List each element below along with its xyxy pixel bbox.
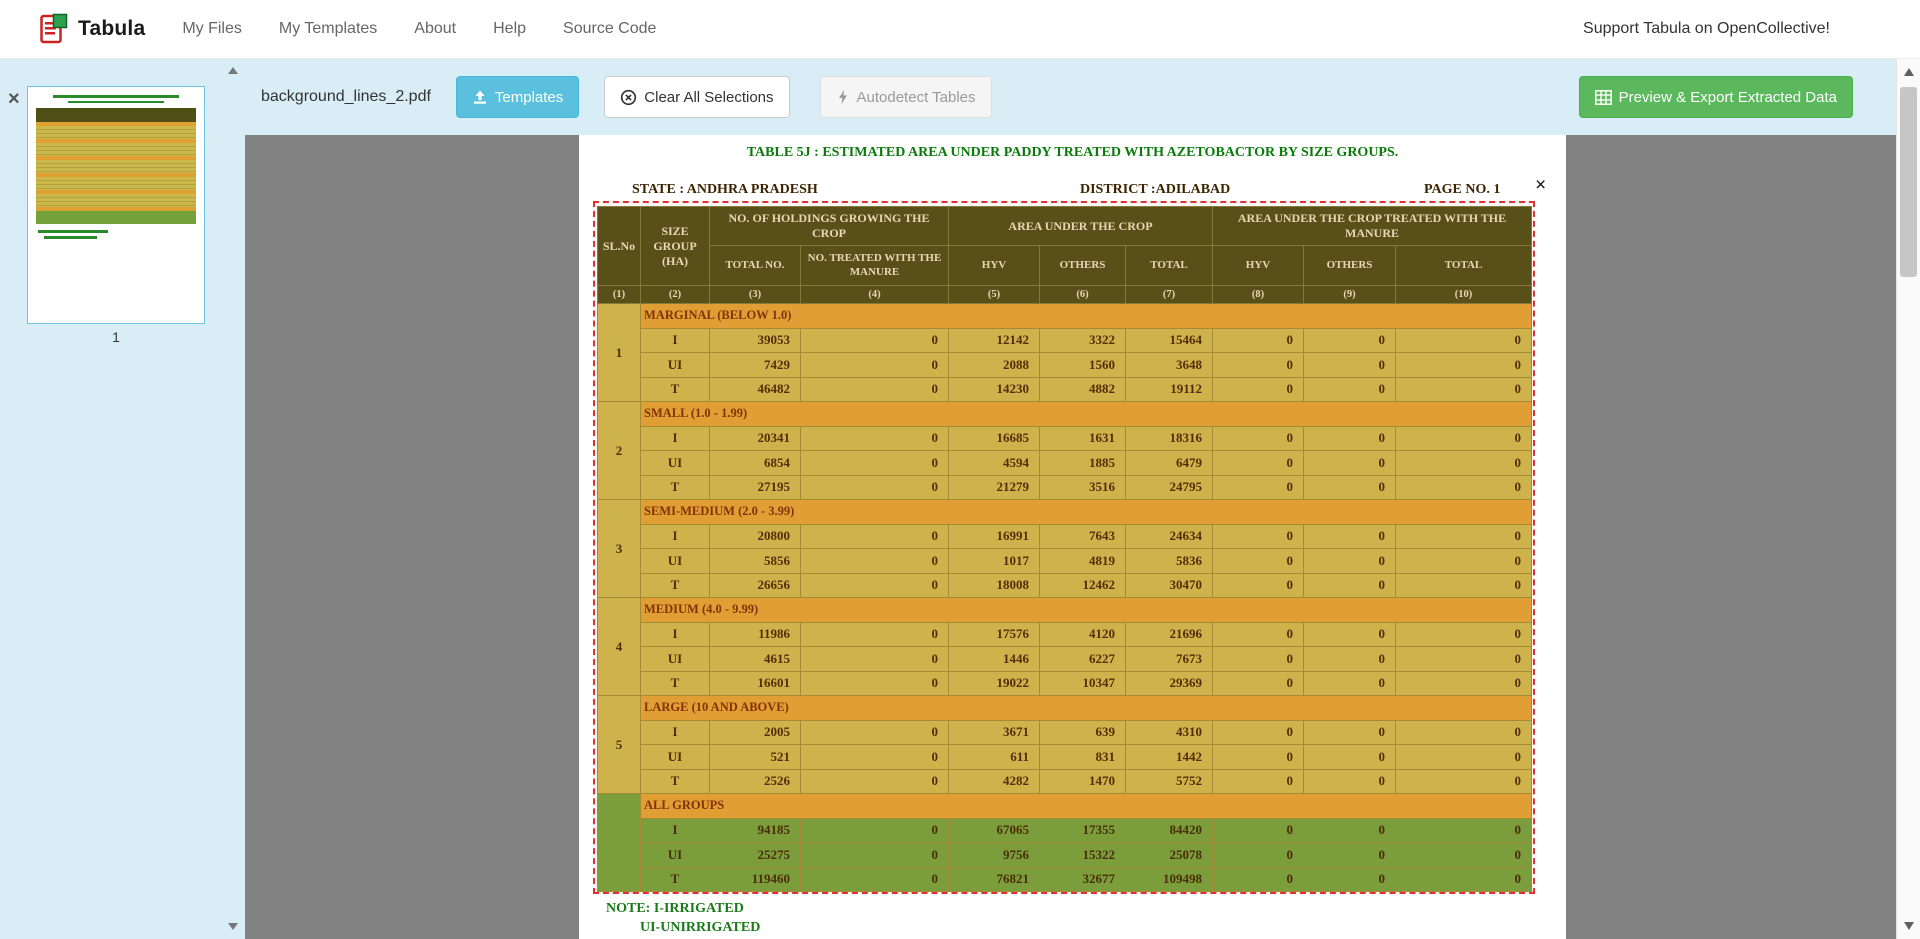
autodetect-tables-button[interactable]: Autodetect Tables bbox=[820, 76, 992, 118]
document-filename: background_lines_2.pdf bbox=[261, 88, 431, 106]
clear-selections-label: Clear All Selections bbox=[644, 89, 773, 106]
selection-region[interactable] bbox=[593, 201, 1535, 894]
scrollbar-thumb[interactable] bbox=[1900, 87, 1917, 277]
remove-page-button[interactable]: × bbox=[8, 89, 20, 109]
district-label: DISTRICT :ADILABAD bbox=[1080, 182, 1230, 198]
brand-title: Tabula bbox=[78, 17, 145, 41]
page-no-label: PAGE NO. 1 bbox=[1424, 182, 1500, 198]
pdf-page[interactable]: TABLE 5J : ESTIMATED AREA UNDER PADDY TR… bbox=[579, 135, 1566, 939]
vertical-scrollbar[interactable] bbox=[1896, 59, 1920, 939]
nav-links: My Files My Templates About Help Source … bbox=[182, 20, 656, 38]
circle-x-icon bbox=[620, 89, 637, 106]
thumb-title-line bbox=[68, 101, 165, 103]
toolbar: background_lines_2.pdf Templates Clear A… bbox=[245, 59, 1896, 135]
workspace: × 1 background_lines_2.pdf bbox=[0, 59, 1920, 939]
note-line-2: UI-UNIRRIGATED bbox=[640, 920, 760, 936]
upload-icon bbox=[472, 89, 488, 105]
autodetect-tables-label: Autodetect Tables bbox=[857, 89, 976, 106]
table-icon bbox=[1595, 90, 1612, 105]
pdf-viewer: TABLE 5J : ESTIMATED AREA UNDER PADDY TR… bbox=[245, 135, 1896, 939]
nav-about[interactable]: About bbox=[414, 20, 456, 38]
preview-export-button[interactable]: Preview & Export Extracted Data bbox=[1579, 76, 1853, 118]
tabula-logo-icon bbox=[40, 13, 68, 45]
page-thumbnail[interactable] bbox=[27, 86, 205, 324]
support-link[interactable]: Support Tabula on OpenCollective! bbox=[1583, 20, 1830, 38]
nav-help[interactable]: Help bbox=[493, 20, 526, 38]
note-line-1: NOTE: I-IRRIGATED bbox=[606, 901, 744, 917]
sidebar-scroll-up-icon[interactable] bbox=[228, 67, 238, 74]
clear-selections-button[interactable]: Clear All Selections bbox=[604, 76, 789, 118]
document-table-title: TABLE 5J : ESTIMATED AREA UNDER PADDY TR… bbox=[579, 145, 1566, 161]
selection-close-button[interactable]: × bbox=[1535, 175, 1546, 195]
navbar: Tabula My Files My Templates About Help … bbox=[0, 0, 1920, 59]
scroll-down-icon[interactable] bbox=[1904, 922, 1914, 930]
page-number-label: 1 bbox=[27, 329, 205, 345]
preview-export-label: Preview & Export Extracted Data bbox=[1619, 89, 1837, 106]
templates-label: Templates bbox=[495, 89, 563, 106]
lightning-icon bbox=[836, 89, 850, 105]
scroll-up-icon[interactable] bbox=[1904, 68, 1914, 76]
brand-link[interactable]: Tabula bbox=[40, 13, 145, 45]
thumb-table-header bbox=[36, 108, 196, 122]
nav-my-templates[interactable]: My Templates bbox=[279, 20, 377, 38]
thumb-title-line bbox=[53, 95, 180, 98]
templates-button[interactable]: Templates bbox=[456, 76, 579, 118]
state-label: STATE : ANDHRA PRADESH bbox=[632, 182, 818, 198]
sidebar-scroll-down-icon[interactable] bbox=[228, 923, 238, 930]
nav-my-files[interactable]: My Files bbox=[182, 20, 242, 38]
nav-source-code[interactable]: Source Code bbox=[563, 20, 656, 38]
tabula-app: Tabula My Files My Templates About Help … bbox=[0, 0, 1920, 939]
